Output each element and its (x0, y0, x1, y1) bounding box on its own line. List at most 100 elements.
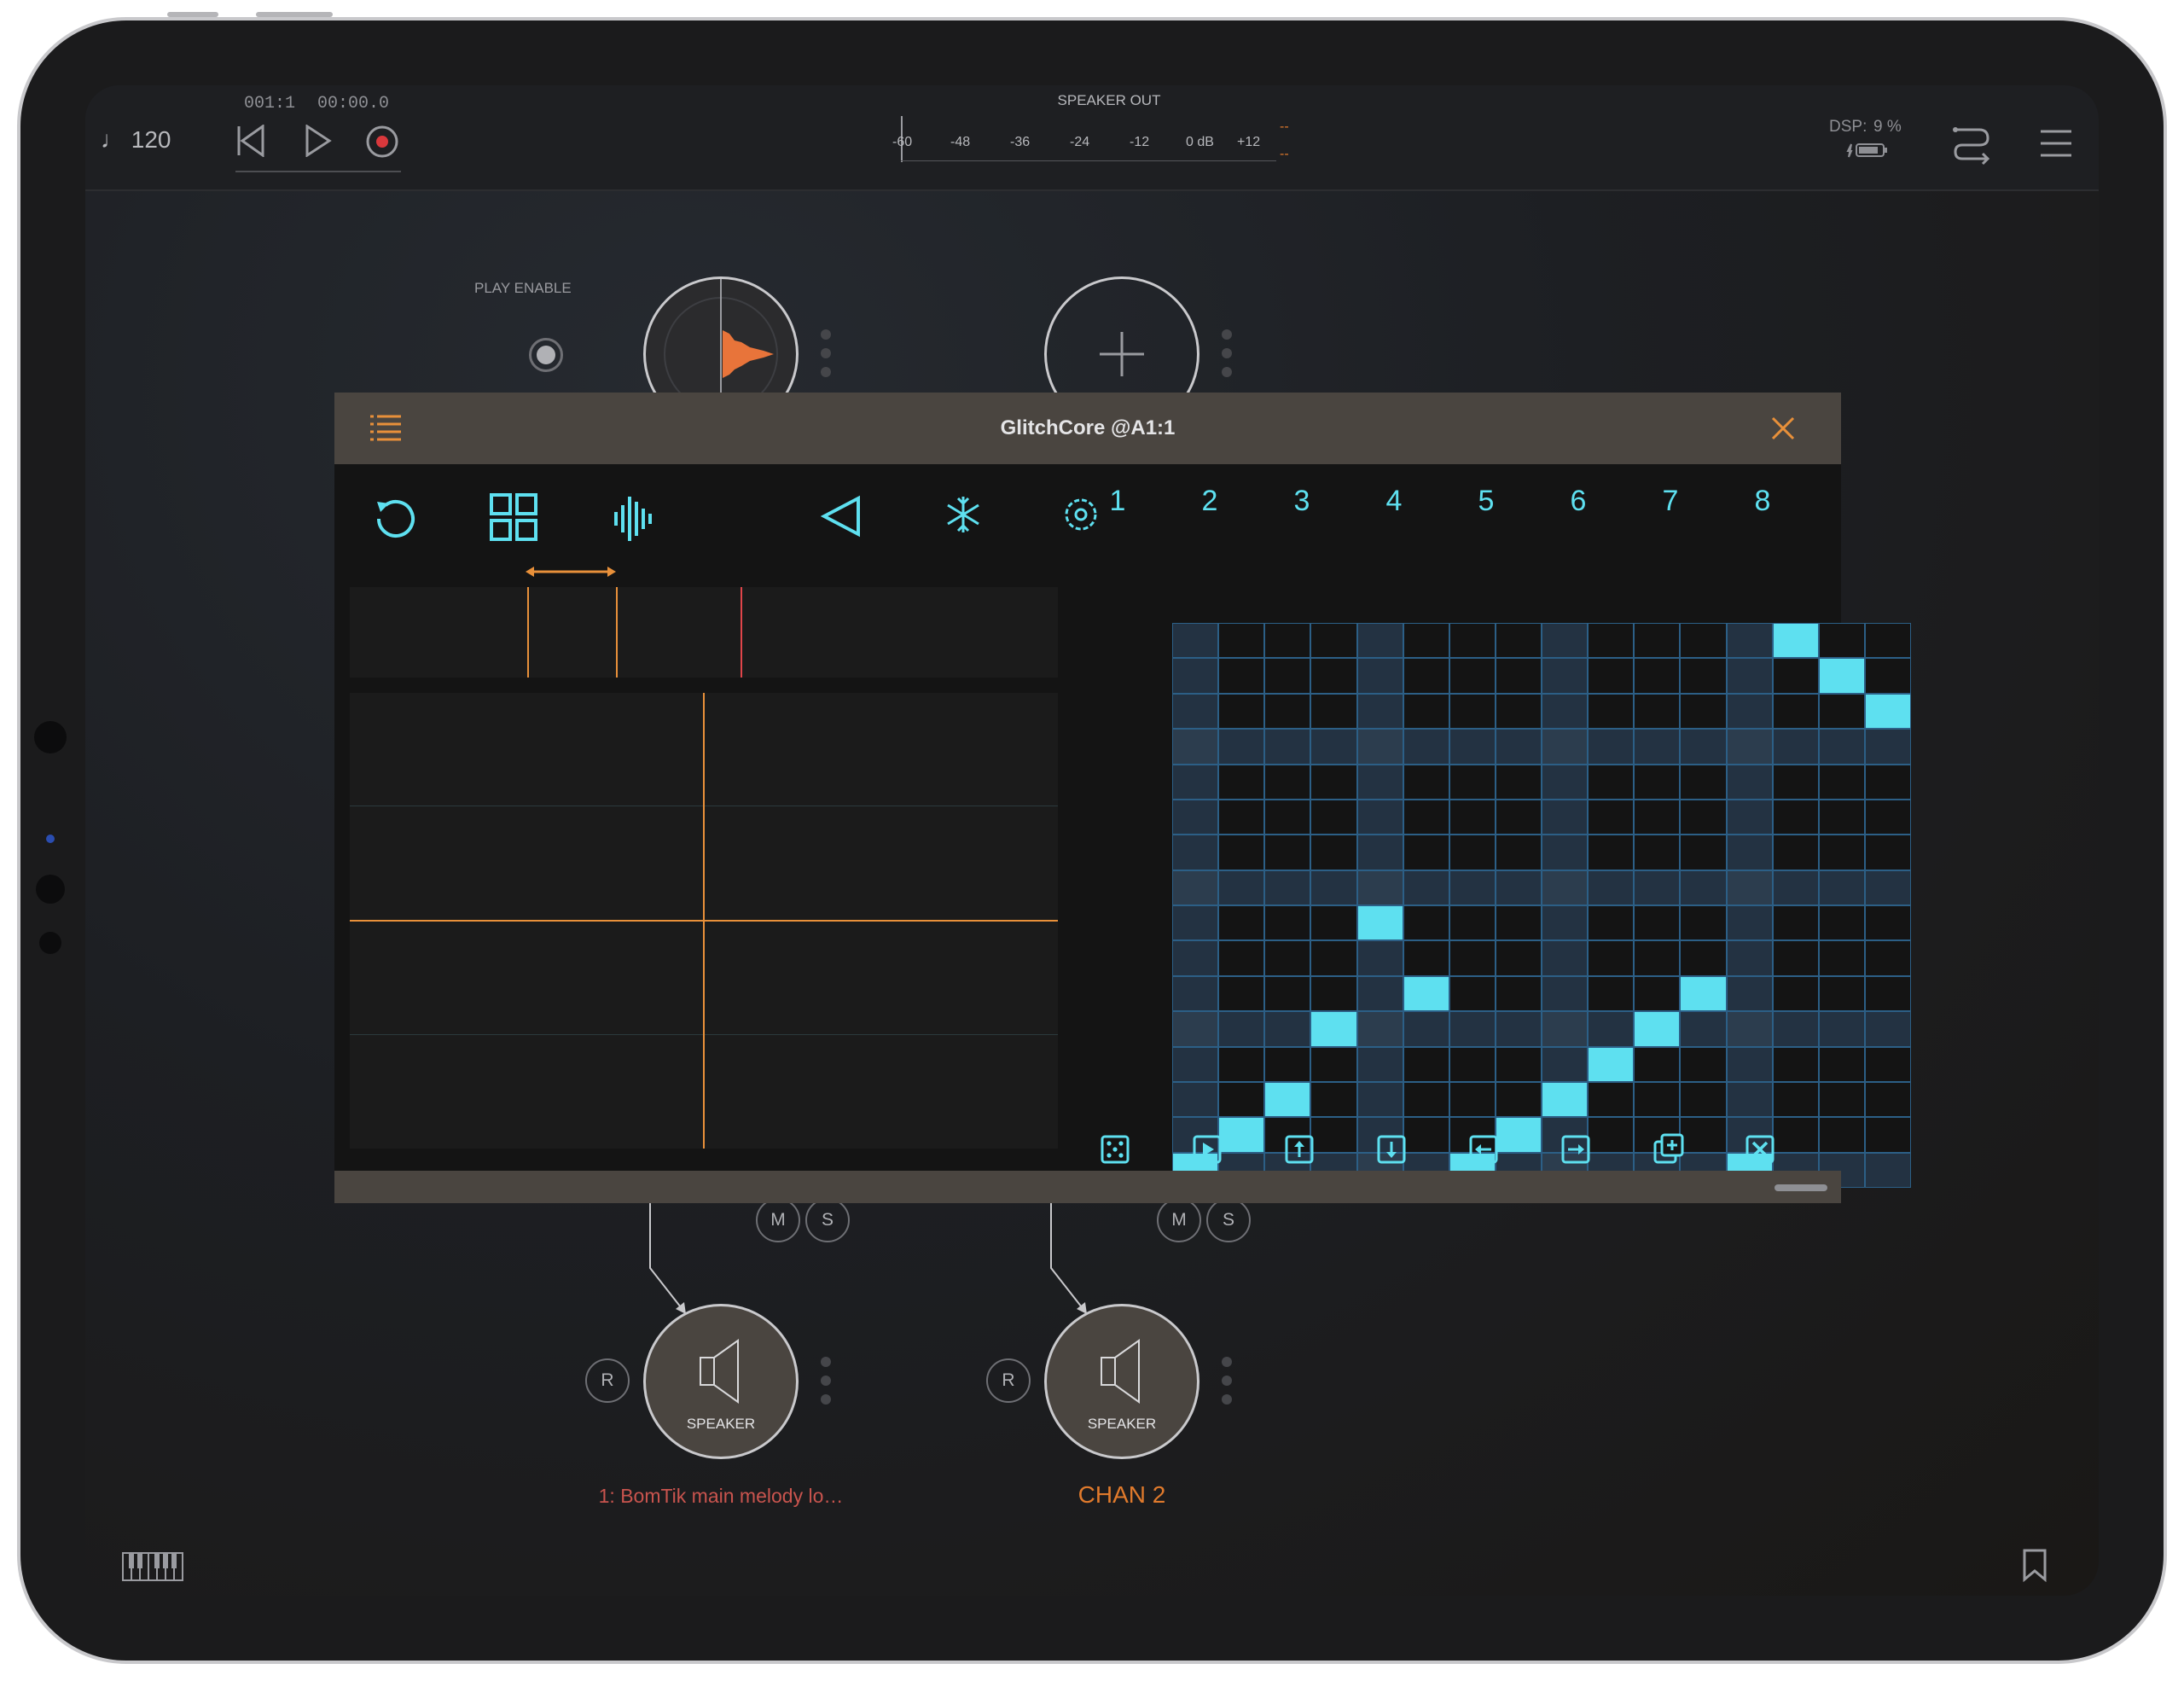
grid-cell[interactable] (1172, 764, 1219, 800)
grid-cell[interactable] (1356, 693, 1403, 730)
grid-tab[interactable] (488, 492, 539, 543)
grid-cell[interactable] (1818, 905, 1865, 941)
close-button[interactable] (1768, 413, 1798, 444)
grid-cell[interactable] (1310, 729, 1357, 765)
grid-cell[interactable] (1356, 623, 1403, 659)
grid-cell[interactable] (1542, 1011, 1589, 1047)
shift-right-button[interactable] (1553, 1126, 1599, 1172)
grid-cell[interactable] (1449, 623, 1496, 659)
grid-cell[interactable] (1264, 729, 1311, 765)
grid-cell[interactable] (1403, 940, 1449, 976)
grid-cell[interactable] (1495, 799, 1542, 835)
grid-cell[interactable] (1310, 799, 1357, 835)
grid-cell[interactable] (1542, 1081, 1589, 1118)
grid-cell[interactable] (1772, 693, 1819, 730)
grid-cell[interactable] (1495, 658, 1542, 694)
grid-cell[interactable] (1864, 1152, 1911, 1188)
grid-cell[interactable] (1495, 729, 1542, 765)
grid-cell[interactable] (1772, 870, 1819, 905)
grid-cell[interactable] (1495, 1081, 1542, 1118)
grid-cell[interactable] (1864, 1117, 1911, 1153)
grid-cell[interactable] (1634, 693, 1681, 730)
grid-cell[interactable] (1264, 1046, 1311, 1082)
grid-cell[interactable] (1726, 940, 1773, 976)
grid-cell[interactable] (1356, 870, 1403, 905)
grid-cell[interactable] (1356, 764, 1403, 800)
grid-cell[interactable] (1264, 905, 1311, 941)
clear-button[interactable] (1737, 1126, 1783, 1172)
grid-cell[interactable] (1449, 693, 1496, 730)
grid-cell[interactable] (1864, 1081, 1911, 1118)
grid-cell[interactable] (1449, 975, 1496, 1012)
grid-cell[interactable] (1864, 764, 1911, 800)
grid-cell[interactable] (1864, 729, 1911, 765)
grid-cell[interactable] (1726, 729, 1773, 765)
grid-cell[interactable] (1542, 729, 1589, 765)
grid-cell[interactable] (1680, 1011, 1727, 1047)
grid-cell[interactable] (1588, 905, 1635, 941)
grid-cell[interactable] (1864, 835, 1911, 870)
grid-cell[interactable] (1588, 729, 1635, 765)
reload-tab[interactable] (369, 493, 420, 544)
grid-cell[interactable] (1680, 835, 1727, 870)
grid-cell[interactable] (1172, 693, 1219, 730)
grid-cell[interactable] (1264, 764, 1311, 800)
grid-cell[interactable] (1264, 1011, 1311, 1047)
loop-end-marker[interactable] (616, 587, 618, 678)
grid-cell[interactable] (1634, 799, 1681, 835)
grid-cell[interactable] (1818, 1081, 1865, 1118)
xy-pad[interactable] (350, 693, 1058, 1149)
grid-cell[interactable] (1726, 835, 1773, 870)
grid-cell[interactable] (1264, 658, 1311, 694)
node-handle[interactable] (1222, 1357, 1232, 1413)
grid-cell[interactable] (1449, 658, 1496, 694)
grid-cell[interactable] (1680, 940, 1727, 976)
grid-cell[interactable] (1634, 658, 1681, 694)
grid-cell[interactable] (1864, 799, 1911, 835)
grid-cell[interactable] (1264, 693, 1311, 730)
grid-cell[interactable] (1449, 905, 1496, 941)
sequencer-grid[interactable] (1172, 623, 1911, 1188)
grid-cell[interactable] (1403, 693, 1449, 730)
grid-cell[interactable] (1449, 835, 1496, 870)
shift-up-button[interactable] (1276, 1126, 1322, 1172)
grid-cell[interactable] (1542, 799, 1589, 835)
grid-cell[interactable] (1680, 905, 1727, 941)
freeze-tab[interactable] (942, 493, 985, 536)
speaker-node[interactable]: SPEAKER (1044, 1304, 1199, 1459)
grid-cell[interactable] (1356, 799, 1403, 835)
grid-cell[interactable] (1542, 1046, 1589, 1082)
grid-cell[interactable] (1403, 729, 1449, 765)
grid-cell[interactable] (1495, 975, 1542, 1012)
grid-cell[interactable] (1726, 658, 1773, 694)
grid-cell[interactable] (1172, 1081, 1219, 1118)
grid-cell[interactable] (1495, 870, 1542, 905)
grid-cell[interactable] (1818, 975, 1865, 1012)
grid-cell[interactable] (1772, 658, 1819, 694)
grid-cell[interactable] (1726, 623, 1773, 659)
grid-cell[interactable] (1726, 1081, 1773, 1118)
grid-cell[interactable] (1542, 870, 1589, 905)
grid-cell[interactable] (1634, 940, 1681, 976)
grid-cell[interactable] (1726, 975, 1773, 1012)
grid-cell[interactable] (1634, 1046, 1681, 1082)
grid-cell[interactable] (1356, 729, 1403, 765)
grid-cell[interactable] (1218, 1011, 1265, 1047)
grid-cell[interactable] (1172, 729, 1219, 765)
grid-cell[interactable] (1680, 1046, 1727, 1082)
grid-cell[interactable] (1634, 729, 1681, 765)
grid-cell[interactable] (1356, 940, 1403, 976)
grid-cell[interactable] (1772, 623, 1819, 659)
grid-cell[interactable] (1218, 975, 1265, 1012)
grid-cell[interactable] (1542, 905, 1589, 941)
grid-cell[interactable] (1864, 940, 1911, 976)
grid-cell[interactable] (1588, 975, 1635, 1012)
record-arm-button[interactable]: R (585, 1358, 630, 1403)
grid-cell[interactable] (1218, 729, 1265, 765)
grid-cell[interactable] (1864, 975, 1911, 1012)
grid-cell[interactable] (1726, 764, 1773, 800)
grid-cell[interactable] (1264, 623, 1311, 659)
grid-cell[interactable] (1680, 1081, 1727, 1118)
grid-cell[interactable] (1772, 799, 1819, 835)
grid-cell[interactable] (1218, 799, 1265, 835)
